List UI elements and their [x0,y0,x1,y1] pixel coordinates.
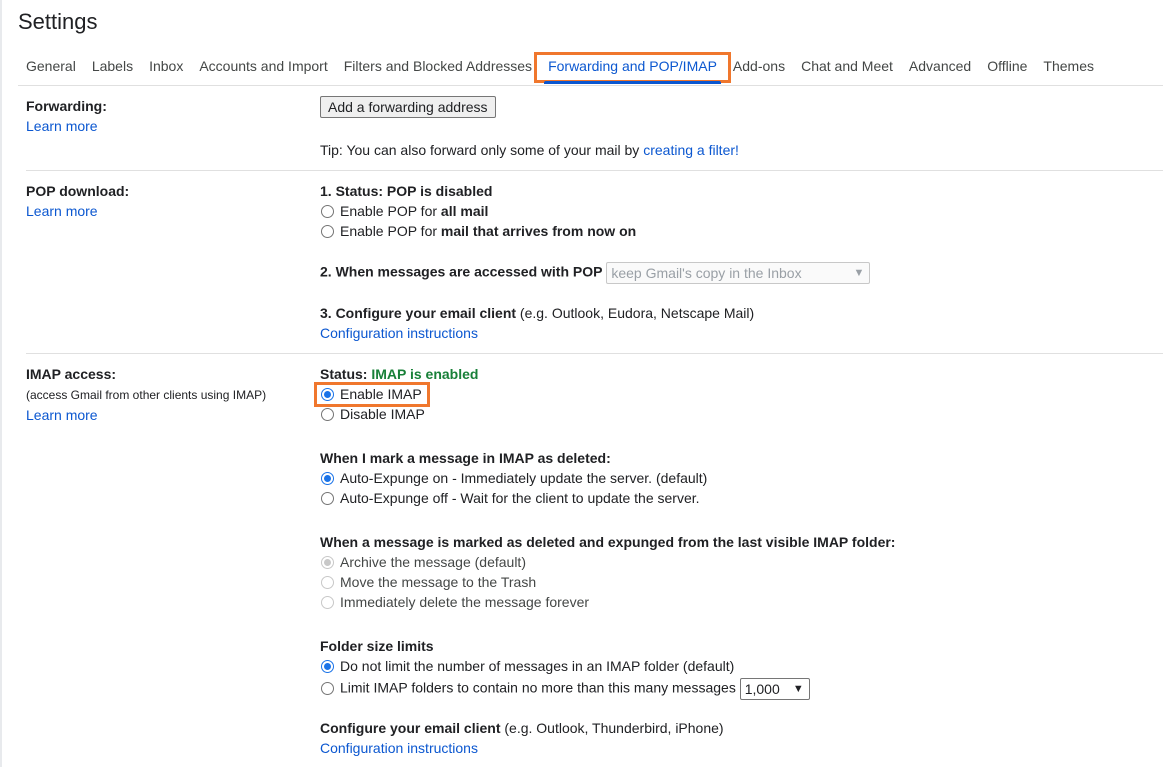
pop-config-instructions-link[interactable]: Configuration instructions [320,324,478,342]
pop-access-label: 2. When messages are accessed with POP [320,263,603,280]
limit-folders-label: Limit IMAP folders to contain no more th… [340,679,736,696]
imap-config-hint: (e.g. Outlook, Thunderbird, iPhone) [500,720,724,736]
imap-config-label: Configure your email client [320,720,501,736]
no-limit-option[interactable]: Do not limit the number of messages in a… [320,657,734,675]
chevron-down-icon: ▼ [853,267,865,279]
creating-filter-link[interactable]: creating a filter! [643,142,739,158]
auto-expunge-on-label: Auto-Expunge on - Immediately update the… [340,470,708,486]
forwarding-label: Forwarding: [26,98,107,114]
pop-download-label: POP download: [26,183,130,199]
pop-access-select-value: keep Gmail's copy in the Inbox [611,265,802,281]
left-border [0,0,2,767]
tab-highlight-box [534,52,731,83]
imap-status: Status: IMAP is enabled [320,365,478,383]
pop-option-from-now-on[interactable]: Enable POP for mail that arrives from no… [320,222,636,240]
section-divider [26,170,1163,171]
radio-icon[interactable] [321,204,334,218]
folder-limit-select[interactable]: 1,000 ▼ [739,678,810,700]
tab-inbox[interactable]: Inbox [141,56,191,84]
radio-selected-icon[interactable] [321,471,334,485]
radio-icon[interactable] [321,407,334,421]
disable-imap-option[interactable]: Disable IMAP [320,405,425,423]
tab-add-ons[interactable]: Add-ons [725,56,793,84]
disable-imap-label: Disable IMAP [340,406,425,422]
move-to-trash-label: Move the message to the Trash [340,574,537,590]
move-to-trash-option: Move the message to the Trash [320,573,536,591]
pop-option-all-mail-prefix: Enable POP for [340,203,441,219]
limit-folders-option[interactable]: Limit IMAP folders to contain no more th… [320,678,810,700]
add-forwarding-address-button[interactable]: Add a forwarding address [320,96,496,118]
settings-page: Settings General Labels Inbox Accounts a… [0,0,1163,767]
pop-access-select[interactable]: keep Gmail's copy in the Inbox ▼ [606,262,871,284]
imap-access-label: IMAP access: [26,366,117,382]
pop-config-hint: (e.g. Outlook, Eudora, Netscape Mail) [516,305,755,321]
section-divider [26,353,1163,354]
tab-chat-and-meet[interactable]: Chat and Meet [793,56,901,84]
delete-forever-label: Immediately delete the message forever [340,594,590,610]
tab-accounts-and-import[interactable]: Accounts and Import [191,56,335,84]
pop-status: 1. Status: POP is disabled [320,183,493,199]
tab-offline[interactable]: Offline [979,56,1035,84]
enable-imap-option[interactable]: Enable IMAP [320,385,422,403]
forwarding-learn-more-link[interactable]: Learn more [26,117,98,135]
radio-disabled-icon [321,575,334,589]
imap-status-prefix: Status: [320,366,372,382]
pop-config-row: 3. Configure your email client (e.g. Out… [320,304,754,322]
tabs-divider [18,85,1163,86]
folder-limit-value: 1,000 [744,681,780,697]
delete-forever-option: Immediately delete the message forever [320,593,589,611]
folder-size-heading: Folder size limits [320,638,434,654]
page-title: Settings [18,9,98,34]
radio-icon[interactable] [321,491,334,505]
radio-disabled-selected-icon [321,555,334,569]
archive-message-label: Archive the message (default) [340,554,526,570]
radio-disabled-icon [321,595,334,609]
forwarding-tip-text: Tip: You can also forward only some of y… [320,142,644,158]
chevron-down-icon: ▼ [792,683,804,695]
imap-config-row: Configure your email client (e.g. Outloo… [320,719,724,737]
imap-status-value: IMAP is enabled [371,366,479,382]
tab-forwarding-and-pop-imap[interactable]: Forwarding and POP/IMAP [534,52,731,84]
imap-learn-more-link[interactable]: Learn more [26,406,98,424]
radio-selected-icon[interactable] [321,659,334,673]
pop-config-label: 3. Configure your email client [320,305,517,321]
settings-tabs: General Labels Inbox Accounts and Import… [18,52,1102,86]
auto-expunge-off-label: Auto-Expunge off - Wait for the client t… [340,490,700,506]
radio-selected-icon[interactable] [321,387,334,401]
pop-option-from-now-prefix: Enable POP for [340,223,441,239]
imap-expunged-heading: When a message is marked as deleted and … [320,534,896,550]
pop-option-from-now-bold: mail that arrives from now on [440,223,637,239]
tab-labels[interactable]: Labels [84,56,141,84]
forwarding-tip: Tip: You can also forward only some of y… [320,141,739,159]
archive-message-option: Archive the message (default) [320,553,526,571]
pop-option-all-mail-bold: all mail [440,203,489,219]
pop-access-row: 2. When messages are accessed with POP k… [320,262,871,284]
tab-general[interactable]: General [18,56,84,84]
tab-advanced[interactable]: Advanced [901,56,979,84]
auto-expunge-on-option[interactable]: Auto-Expunge on - Immediately update the… [320,469,707,487]
no-limit-label: Do not limit the number of messages in a… [340,658,735,674]
pop-learn-more-link[interactable]: Learn more [26,202,98,220]
pop-option-all-mail[interactable]: Enable POP for all mail [320,202,488,220]
auto-expunge-off-option[interactable]: Auto-Expunge off - Wait for the client t… [320,489,700,507]
imap-access-sublabel: (access Gmail from other clients using I… [26,388,267,402]
imap-config-instructions-link[interactable]: Configuration instructions [320,739,478,757]
enable-imap-label: Enable IMAP [340,386,422,402]
radio-icon[interactable] [321,681,334,695]
tab-themes[interactable]: Themes [1035,56,1102,84]
tab-filters-and-blocked-addresses[interactable]: Filters and Blocked Addresses [336,56,540,84]
radio-icon[interactable] [321,224,334,238]
imap-deleted-heading: When I mark a message in IMAP as deleted… [320,450,611,466]
